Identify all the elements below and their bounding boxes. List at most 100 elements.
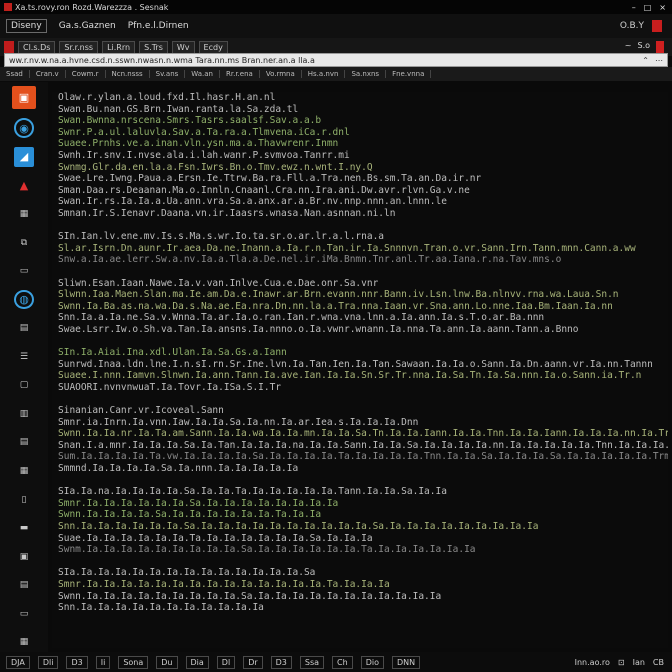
layers-icon[interactable]: ▦: [14, 461, 34, 481]
window-icon[interactable]: ◢: [14, 147, 34, 167]
menu-bar: Diseny Ga.s.Gaznen Pfn.e.l.Dirnen O.B.Y: [0, 14, 672, 38]
app-orange-icon[interactable]: ▣: [12, 86, 36, 110]
status-item[interactable]: D3: [66, 655, 88, 669]
toolbar-right-item[interactable]: ~: [625, 41, 632, 53]
chip-icon[interactable]: ⧉: [14, 233, 34, 253]
note-icon[interactable]: ▤: [14, 575, 34, 595]
code-editor[interactable]: Olaw.r.ylan.a.loud.fxd.Il.hasr.H.an.nl Sw…: [52, 92, 668, 648]
status-item[interactable]: Du: [156, 655, 178, 669]
code-line: Snn.Ia.a.Ia.ne.Sa.v.Wnna.Ta.ar.Ia.o.ran.…: [58, 312, 545, 324]
left-dock: ▣ ◉ ◢ ▲ ▦ ⧉ ▭ ◍ ▤ ☰ ▢ ▥ ▤ ▦ ▯ ▬ ▣ ▤ ▭ ▦: [0, 82, 48, 652]
collapse-icon[interactable]: ⌃: [642, 56, 649, 65]
list-icon[interactable]: ☰: [14, 347, 34, 367]
monitor-icon[interactable]: ▭: [14, 604, 34, 624]
alert-icon[interactable]: ▲: [14, 176, 34, 196]
code-line: Snw.a.Ia.ae.lerr.Sw.a.nv.Ia.a.Tla.a.De.n…: [58, 254, 562, 266]
toolbar-button[interactable]: Ecdy: [198, 40, 228, 54]
flag-icon[interactable]: [656, 41, 664, 53]
doc-icon[interactable]: ▤: [14, 318, 34, 338]
tab-item[interactable]: Sa.nxns: [351, 70, 387, 78]
status-right-item[interactable]: ⊡: [618, 658, 625, 667]
status-item[interactable]: Dli: [37, 655, 59, 669]
code-line: Swnh.Ir.snv.I.nvse.ala.i.lah.wanr.P.svmv…: [58, 149, 350, 161]
drop-icon[interactable]: ◍: [14, 289, 34, 310]
tab-item[interactable]: Rr.r.ena: [226, 70, 260, 78]
code-line: Olaw.r.ylan.a.loud.fxd.Il.hasr.H.an.nl: [58, 92, 276, 103]
tab-item[interactable]: Sv.ans: [156, 70, 186, 78]
status-right-item[interactable]: CB: [653, 658, 664, 667]
status-item[interactable]: Dr: [243, 655, 263, 669]
status-item[interactable]: DJA: [6, 655, 30, 669]
status-item[interactable]: Ssa: [299, 655, 325, 669]
status-item[interactable]: Sona: [118, 655, 149, 669]
terminal-icon[interactable]: ▣: [14, 547, 34, 567]
toolbar-button[interactable]: Li.Rrn: [102, 40, 136, 54]
code-line: Snn.Ia.Ia.Ia.Ia.Ia.Ia.Ia.Ia.Ia.Ia.Ia: [58, 602, 264, 614]
tab-item[interactable]: Ncn.nsss: [112, 70, 150, 78]
folder-icon[interactable]: ▬: [14, 518, 34, 538]
tab-item[interactable]: Ssad: [6, 70, 30, 78]
code-line: Smnr.Ia.Ia.Ia.Ia.Ia.Ia.Sa.Ia.Ia.Ia.Ia.Ia…: [58, 497, 339, 509]
box-icon[interactable]: ▢: [14, 376, 34, 396]
stack-icon[interactable]: ▤: [14, 433, 34, 453]
code-line: SIn.Ia.Aiai.Ina.xdl.Ulan.Ia.Sa.Gs.a.Iann: [58, 347, 287, 359]
code-line: Swae.Lsrr.Iw.o.Sh.va.Tan.Ia.ansns.Ia.nnn…: [58, 323, 579, 335]
tab-item[interactable]: Wa.an: [191, 70, 220, 78]
code-line: Swnn.Ia.Ia.Ia.Ia.Sa.Ia.Ia.Ia.Ia.Ia.Ia.Ta…: [58, 509, 322, 521]
tab-item[interactable]: Hs.a.nvn: [308, 70, 346, 78]
status-item[interactable]: Ii: [95, 655, 111, 669]
menu-item[interactable]: Ga.s.Gaznen: [59, 21, 116, 31]
tab-item[interactable]: Fne.vnna: [392, 70, 432, 78]
file-icon[interactable]: ▯: [14, 490, 34, 510]
code-line: Smnan.Ir.S.Ienavr.Daana.vn.ir.Iaasrs.wna…: [58, 207, 396, 219]
minimize-icon[interactable]: –: [632, 3, 636, 12]
toolbar-right-item[interactable]: S.o: [637, 41, 650, 53]
window-controls: – □ ×: [632, 3, 672, 12]
code-line: Snn.Ia.Ia.Ia.Ia.Ia.Ia.Sa.Ia.Ia.Ia.Ia.Ia.…: [58, 520, 539, 532]
title-bar: Xa.ts.rovy.ron Rozd.Warezzza . Sesnak – …: [0, 0, 672, 14]
more-icon[interactable]: ⋯: [655, 56, 663, 65]
status-item[interactable]: DNN: [391, 655, 421, 669]
tab-item[interactable]: Cowm.r: [72, 70, 106, 78]
toolbar-button[interactable]: Cl.s.Ds: [18, 40, 56, 54]
toolbar-button[interactable]: S.Trs: [139, 40, 168, 54]
menu-right: O.B.Y: [620, 20, 672, 32]
status-item[interactable]: Dl: [216, 655, 236, 669]
record-icon[interactable]: [652, 20, 662, 32]
stop-icon[interactable]: [4, 41, 14, 53]
code-line: Swan.Bwnna.nrscena.Smrs.Tasrs.saalsf.Sav…: [58, 115, 322, 127]
code-line: Sl.ar.Isrn.Dn.aunr.Ir.aea.Da.ne.Inann.a.…: [58, 242, 636, 254]
window-title: Xa.ts.rovy.ron Rozd.Warezzza . Sesnak: [15, 2, 169, 12]
status-item[interactable]: Dia: [185, 655, 209, 669]
close-icon[interactable]: ×: [659, 3, 666, 12]
code-line: Swnn.Ia.Ia.nr.Ia.Ta.am.Sann.Ia.Ia.wa.Ia.…: [58, 428, 668, 440]
menu-right-label[interactable]: O.B.Y: [620, 21, 644, 31]
address-bar[interactable]: ww.r.nv.w.na.a.hvne.csd.n.sswn.nwasn.n.w…: [4, 53, 668, 67]
code-line: Sum.Ia.Ia.Ia.Ia.Ta.vw.Ia.Ia.Ia.Ia.Sa.Ia.…: [58, 451, 668, 463]
code-line: Smnr.ia.Inrn.Ia.vnn.Iaw.Ia.Ia.Sa.Ia.nn.I…: [58, 416, 419, 428]
code-line: Suaee.I.nnn.Iamvn.Slnwn.Ia.ann.Tann.Ia.a…: [58, 370, 642, 382]
bottom-icon[interactable]: ▦: [14, 632, 34, 652]
menu-item[interactable]: Diseny: [6, 19, 47, 33]
toolbar-button[interactable]: Sr.r.nss: [59, 40, 99, 54]
status-right-item[interactable]: Inn.ao.ro: [575, 658, 610, 667]
globe-icon[interactable]: ◉: [14, 118, 34, 139]
status-item[interactable]: D3: [270, 655, 292, 669]
panel-icon[interactable]: ▭: [14, 261, 34, 281]
address-text[interactable]: ww.r.nv.w.na.a.hvne.csd.n.sswn.nwasn.n.w…: [9, 56, 315, 65]
tab-item[interactable]: Vo.rmna: [266, 70, 302, 78]
status-item[interactable]: Ch: [332, 655, 353, 669]
maximize-icon[interactable]: □: [644, 3, 652, 12]
page-icon[interactable]: ▥: [14, 404, 34, 424]
menu-item[interactable]: Pfn.e.l.Dirnen: [128, 21, 189, 31]
status-item[interactable]: Dio: [360, 655, 384, 669]
tab-item[interactable]: Cran.v: [36, 70, 66, 78]
toolbar-button[interactable]: Wv: [171, 40, 195, 54]
status-right-item[interactable]: Ian: [633, 658, 645, 667]
grid-icon[interactable]: ▦: [14, 204, 34, 224]
code-line: Sliwn.Esan.Iaan.Nawe.Ia.v.van.Inlve.Cua.…: [58, 277, 379, 289]
code-line: Swae.Lre.Iwng.Paua.a.Ersn.Ie.Ttrw.Ba.ra.…: [58, 173, 482, 185]
